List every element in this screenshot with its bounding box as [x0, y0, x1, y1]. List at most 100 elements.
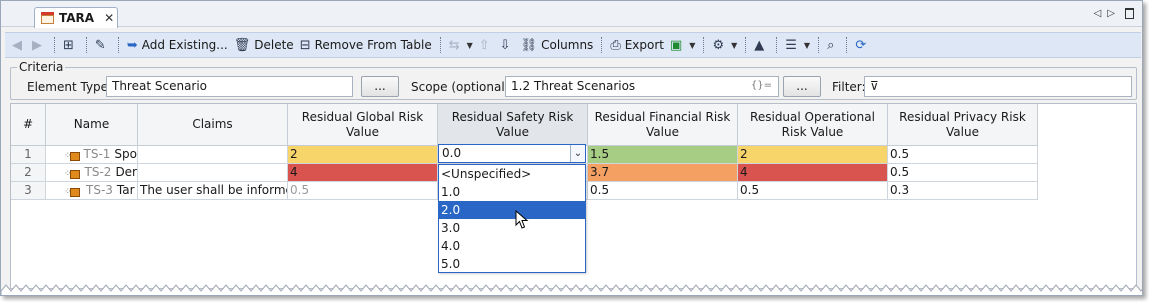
toolbar: ◀ ▶ ⊞ ✎ ➥ Add Existing... 🗑 Delete ⊟ Remove…	[5, 32, 1141, 58]
column-header-residual-privacy-risk[interactable]: Residual Privacy Risk Value	[888, 104, 1038, 146]
up-arrow-icon: ⇧	[478, 37, 490, 53]
move-icon: ⇆	[448, 37, 460, 53]
name-cell[interactable]: ⁘ TS-1 Spo	[46, 146, 138, 164]
down-arrow-icon: ⇩	[499, 37, 511, 53]
mouse-cursor-icon	[515, 210, 529, 229]
find-button[interactable]: ⌕	[824, 34, 841, 56]
tab-tara[interactable]: TARA ✕	[34, 7, 118, 28]
financial-risk-cell[interactable]: 3.7	[588, 164, 738, 182]
remove-table-icon: ⊟	[299, 37, 311, 53]
collapse-button[interactable]: ▲	[751, 34, 771, 56]
close-icon[interactable]: ✕	[104, 11, 114, 25]
dropdown-option[interactable]: 3.0	[439, 219, 585, 237]
safety-risk-dropdown-list: <Unspecified> 1.0 2.0 3.0 4.0 5.0	[438, 164, 586, 273]
claims-cell[interactable]	[138, 146, 288, 164]
row-number: 3	[11, 182, 46, 200]
operational-risk-cell[interactable]: 2	[738, 146, 888, 164]
excel-export-button[interactable]: ▣ ▼	[667, 34, 698, 56]
element-type-field[interactable]: Threat Scenario	[106, 76, 353, 97]
financial-risk-cell[interactable]: 0.5	[588, 182, 738, 200]
row-number: 2	[11, 164, 46, 182]
toolbar-separator	[601, 37, 603, 53]
name-cell[interactable]: ⁘ TS-3 Tar	[46, 182, 138, 200]
edit-button[interactable]: ✎	[92, 34, 113, 56]
tab-title: TARA	[59, 11, 95, 25]
filter-field[interactable]: ⊽	[864, 76, 1132, 97]
forward-button[interactable]: ▶	[29, 34, 49, 56]
back-button[interactable]: ◀	[9, 34, 29, 56]
column-header-name[interactable]: Name	[46, 104, 138, 146]
torn-edge	[1, 284, 1142, 295]
column-header-claims[interactable]: Claims	[138, 104, 288, 146]
tara-table-window: TARA ✕ ◁ ▷ ◀ ▶ ⊞ ✎ ➥ Add Existing... 🗑 Del…	[0, 0, 1143, 296]
operational-risk-cell[interactable]: 4	[738, 164, 888, 182]
column-header-number[interactable]: #	[11, 104, 46, 146]
scope-field[interactable]: 1.2 Threat Scenarios {}=	[505, 76, 779, 97]
remove-from-table-button[interactable]: ⊟ Remove From Table	[297, 34, 435, 56]
delete-label: Delete	[254, 38, 294, 52]
global-risk-cell[interactable]: 4	[288, 164, 438, 182]
refresh-button[interactable]: ⟳	[852, 34, 873, 56]
move-down-button[interactable]: ⇩	[497, 34, 518, 56]
element-id: TS-1	[83, 147, 111, 161]
financial-risk-cell[interactable]: 1.5	[588, 146, 738, 164]
chevron-down-icon: ▼	[803, 40, 811, 50]
privacy-risk-cell[interactable]: 0.5	[888, 164, 1038, 182]
element-id: TS-2	[84, 165, 112, 179]
dropdown-option-highlighted[interactable]: 2.0	[439, 201, 585, 219]
move-button[interactable]: ⇆ ▼	[446, 34, 476, 56]
chevron-down-icon[interactable]: ⌄	[570, 145, 585, 162]
show-hierarchy-button[interactable]: ⊞	[60, 34, 81, 56]
claims-cell[interactable]: The user shall be informed f	[138, 182, 288, 200]
scope-browse-button[interactable]: ...	[783, 76, 821, 97]
column-header-residual-global-risk[interactable]: Residual Global Risk Value	[288, 104, 438, 146]
trash-icon: 🗑	[233, 37, 251, 53]
forward-arrow-icon: ▶	[32, 37, 42, 53]
add-existing-icon: ➥	[126, 37, 138, 53]
filter-label: Filter:	[832, 80, 866, 94]
layout-button[interactable]: ☰ ▼	[782, 34, 813, 56]
safety-risk-combo-editor[interactable]: 0.0 ⌄	[438, 144, 586, 163]
column-header-residual-safety-risk[interactable]: Residual Safety Risk Value	[438, 104, 588, 146]
excel-icon: ▣	[670, 37, 683, 53]
element-id: TS-3	[86, 183, 113, 197]
privacy-risk-cell[interactable]: 0.5	[888, 146, 1038, 164]
criteria-panel: Criteria Element Type: Threat Scenario .…	[10, 60, 1137, 100]
element-type-browse-button[interactable]: ...	[361, 76, 399, 97]
threat-scenario-icon: ⁘	[64, 149, 80, 161]
columns-button[interactable]: ⛓ Columns	[518, 34, 597, 56]
global-risk-cell[interactable]: 0.5	[288, 182, 438, 200]
columns-icon: ⛓	[520, 37, 538, 53]
maximize-icon[interactable]	[1125, 8, 1134, 19]
add-existing-button[interactable]: ➥ Add Existing...	[124, 34, 231, 56]
settings-button[interactable]: ⚙ ▼	[709, 34, 740, 56]
scope-value: 1.2 Threat Scenarios	[511, 79, 636, 93]
gear-icon: ⚙	[712, 37, 725, 53]
export-button[interactable]: ⎙ Export	[607, 34, 667, 56]
dropdown-option[interactable]: 5.0	[439, 255, 585, 273]
funnel-icon[interactable]: ⊽	[870, 79, 879, 93]
delete-button[interactable]: 🗑 Delete	[231, 34, 297, 56]
tab-left-arrow-icon[interactable]: ◁	[1094, 8, 1102, 19]
element-name: Tar	[116, 183, 135, 197]
name-cell[interactable]: ⁘ TS-2 Der	[46, 164, 138, 182]
remove-from-table-label: Remove From Table	[314, 38, 432, 52]
element-name: Der	[115, 165, 137, 179]
privacy-risk-cell[interactable]: 0.3	[888, 182, 1038, 200]
dropdown-option[interactable]: <Unspecified>	[439, 165, 585, 183]
tab-right-arrow-icon[interactable]: ▷	[1107, 8, 1115, 19]
dropdown-option[interactable]: 4.0	[439, 237, 585, 255]
operational-risk-cell[interactable]: 0.5	[738, 182, 888, 200]
dropdown-option[interactable]: 1.0	[439, 183, 585, 201]
claims-cell[interactable]	[138, 164, 288, 182]
column-header-residual-financial-risk[interactable]: Residual Financial Risk Value	[588, 104, 738, 146]
collapse-up-icon: ▲	[754, 37, 765, 53]
toolbar-separator	[85, 37, 87, 53]
move-up-button[interactable]: ⇧	[476, 34, 497, 56]
element-type-value: Threat Scenario	[112, 79, 208, 93]
toolbar-separator	[703, 37, 705, 53]
toolbar-separator	[117, 37, 119, 53]
back-arrow-icon: ◀	[12, 37, 22, 53]
global-risk-cell[interactable]: 2	[288, 146, 438, 164]
column-header-residual-operational-risk[interactable]: Residual Operational Risk Value	[738, 104, 888, 146]
